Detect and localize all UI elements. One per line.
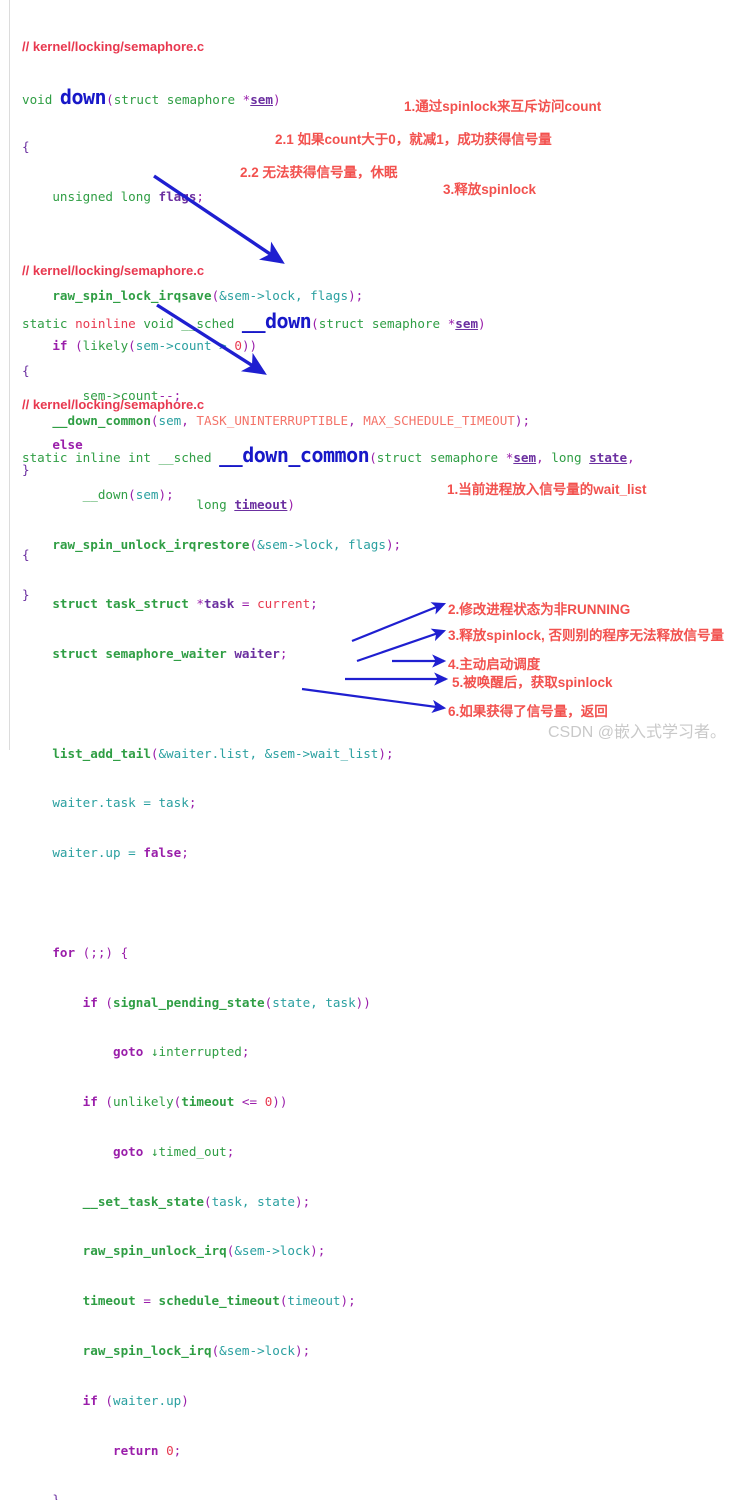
stmt-schedule-timeout: timeout = schedule_timeout(timeout); bbox=[22, 1293, 356, 1309]
stmt-if-signal-pending: if (signal_pending_state(state, task)) bbox=[22, 994, 371, 1010]
stmt-if-waiter-up: if (waiter.up) bbox=[22, 1392, 189, 1408]
stmt-spin-unlock-irq: raw_spin_unlock_irq(&sem->lock); bbox=[22, 1243, 326, 1259]
stmt-goto-timed-out: goto ↓timed_out; bbox=[22, 1143, 235, 1159]
annotation-step-2: 2.修改进程状态为非RUNNING bbox=[448, 602, 631, 617]
signature-__down_common: static inline int __sched __down_common(… bbox=[22, 442, 635, 467]
editor-gutter-divider bbox=[9, 0, 10, 750]
stmt-goto-interrupted: goto ↓interrupted; bbox=[22, 1044, 250, 1060]
code-screenshot-page: // kernel/locking/semaphore.c void down(… bbox=[0, 0, 754, 1500]
annotation-3: 3.释放spinlock bbox=[443, 182, 537, 197]
annotation-2-1: 2.1 如果count大于0，就减1，成功获得信号量 bbox=[275, 132, 552, 147]
decl-flags: unsigned long flags; bbox=[22, 188, 204, 204]
decl-waiter: struct semaphore_waiter waiter; bbox=[22, 646, 288, 662]
annotation-step-4: 4.主动启动调度 bbox=[448, 657, 541, 672]
comment-line-down: // kernel/locking/semaphore.c bbox=[22, 39, 205, 55]
brace-close-for: } bbox=[22, 1492, 60, 1500]
csdn-watermark: CSDN @嵌入式学习者。 bbox=[548, 724, 727, 741]
signature-__down: static noinline void __sched __down(stru… bbox=[22, 308, 486, 333]
stmt-waiter-up: waiter.up = false; bbox=[22, 845, 189, 861]
signature-down: void down(struct semaphore *sem) bbox=[22, 84, 281, 109]
annotation-2-2: 2.2 无法获得信号量，休眠 bbox=[240, 165, 398, 180]
stmt-for-loop: for (;;) { bbox=[22, 944, 129, 960]
annotation-step-3: 3.释放spinlock, 否则别的程序无法释放信号量 bbox=[448, 628, 725, 643]
stmt-spin-lock-irq: raw_spin_lock_irq(&sem->lock); bbox=[22, 1343, 311, 1359]
annotation-step-6: 6.如果获得了信号量，返回 bbox=[448, 704, 608, 719]
comment-line-__down: // kernel/locking/semaphore.c bbox=[22, 263, 205, 279]
stmt-if-unlikely-timeout: if (unlikely(timeout <= 0)) bbox=[22, 1094, 288, 1110]
annotation-list-1: 1.当前进程放入信号量的wait_list bbox=[447, 482, 647, 497]
brace-open-__down_common: { bbox=[22, 546, 30, 562]
stmt-set-task-state: __set_task_state(task, state); bbox=[22, 1193, 311, 1209]
code-block-__down_common: // kernel/locking/semaphore.c static inl… bbox=[22, 364, 635, 1500]
signature-__down_common-line2: long timeout) bbox=[22, 496, 295, 512]
stmt-list-add-tail: list_add_tail(&waiter.list, &sem->wait_l… bbox=[22, 745, 394, 761]
annotation-step-5: 5.被唤醒后，获取spinlock bbox=[452, 675, 613, 690]
stmt-return-0: return 0; bbox=[22, 1442, 182, 1458]
annotation-1: 1.通过spinlock来互斥访问count bbox=[404, 99, 602, 114]
comment-line-__down_common: // kernel/locking/semaphore.c bbox=[22, 397, 205, 413]
stmt-waiter-task: waiter.task = task; bbox=[22, 795, 197, 811]
